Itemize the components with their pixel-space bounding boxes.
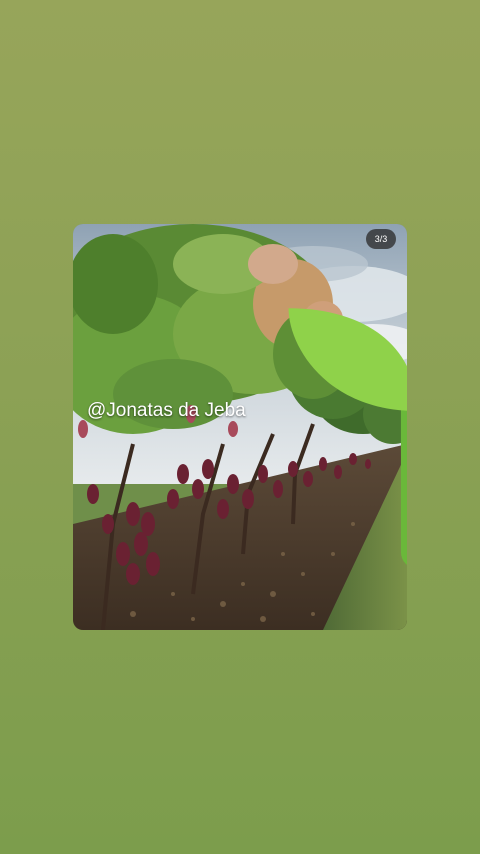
story-photo-card[interactable]: 3/3 @Jonatas da Jeba (73, 224, 407, 630)
watermark: @Jonatas da Jeba (87, 224, 407, 614)
sprout-icon (288, 308, 407, 565)
story-screen: 3/3 @Jonatas da Jeba (0, 0, 480, 854)
watermark-text: @Jonatas da Jeba (87, 400, 246, 421)
